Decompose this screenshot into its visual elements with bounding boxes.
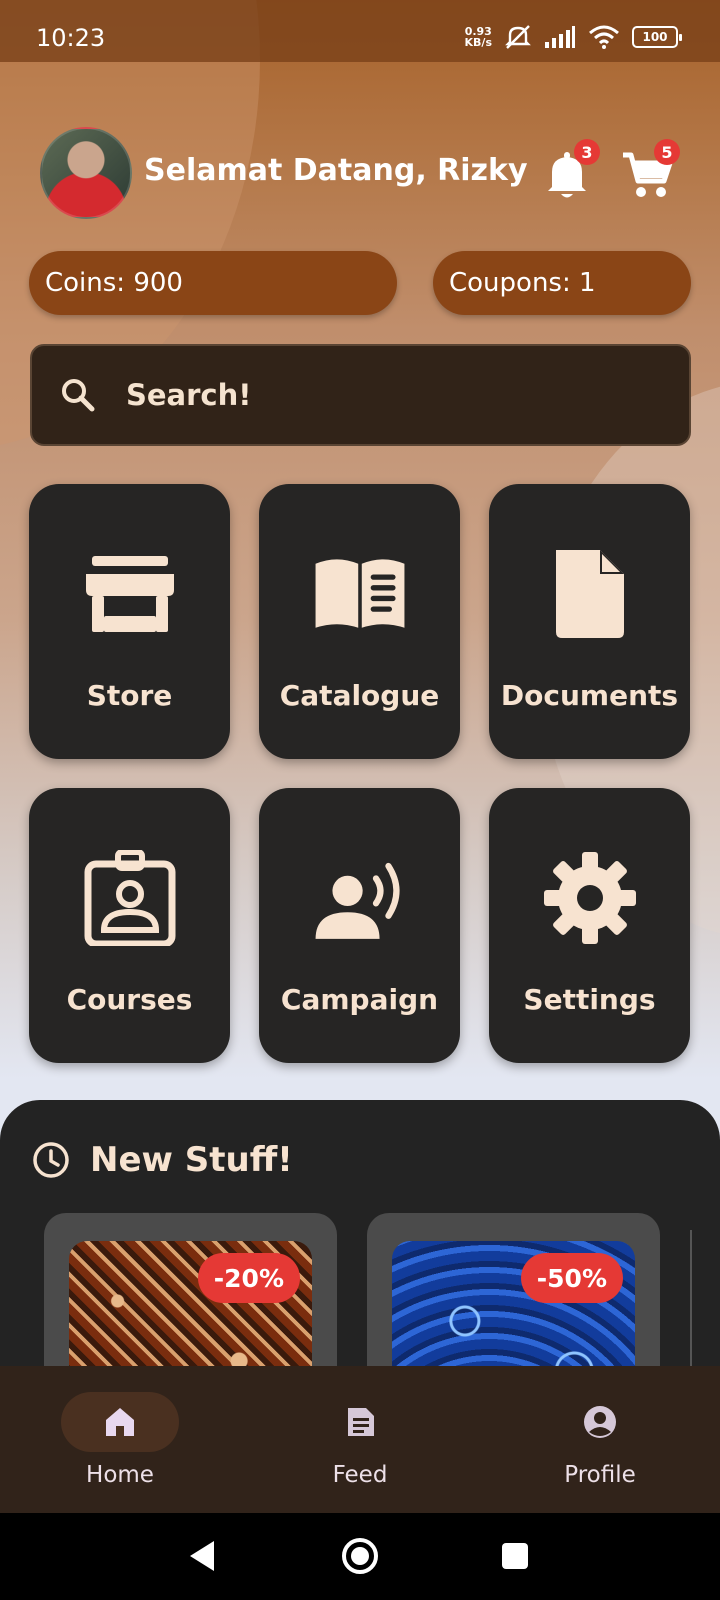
clock-icon: [33, 1142, 69, 1178]
nav-profile-label: Profile: [564, 1462, 636, 1488]
coupons-pill[interactable]: Coupons: 1: [433, 251, 691, 315]
courses-tile[interactable]: Courses: [29, 788, 230, 1063]
status-bar: 10:23 0.93 KB/s 100: [0, 0, 720, 62]
mute-icon: [505, 25, 531, 49]
status-time: 10:23: [36, 24, 106, 52]
search-bar[interactable]: Search!: [30, 344, 691, 446]
nav-home-label: Home: [86, 1462, 154, 1488]
courses-label: Courses: [66, 983, 193, 1016]
account-circle-icon: [584, 1406, 616, 1438]
settings-tile[interactable]: Settings: [489, 788, 690, 1063]
cart-badge: 5: [654, 139, 680, 165]
campaign-label: Campaign: [280, 983, 439, 1016]
new-stuff-title: New Stuff!: [90, 1140, 293, 1180]
gear-icon: [543, 852, 636, 944]
campaign-tile[interactable]: Campaign: [259, 788, 460, 1063]
badge-id-icon: [84, 850, 175, 946]
search-placeholder: Search!: [126, 378, 252, 412]
system-navigation-bar: [0, 1513, 720, 1600]
store-tile[interactable]: Store: [29, 484, 230, 759]
network-speed: 0.93 KB/s: [465, 26, 492, 48]
wifi-icon: [589, 25, 619, 49]
document-icon: [555, 550, 624, 638]
nav-feed-label: Feed: [332, 1462, 388, 1488]
header: Selamat Datang, Rizky 3 5: [40, 127, 680, 219]
coins-pill[interactable]: Coins: 900: [29, 251, 397, 315]
catalogue-label: Catalogue: [279, 679, 440, 712]
book-icon: [315, 559, 404, 628]
store-icon: [85, 556, 174, 632]
documents-tile[interactable]: Documents: [489, 484, 690, 759]
avatar[interactable]: [40, 127, 132, 219]
horizontal-scroll-edge: [690, 1230, 692, 1370]
bottom-navigation: Home Feed Profile: [0, 1366, 720, 1513]
store-label: Store: [86, 679, 173, 712]
discount-badge: -50%: [520, 1253, 623, 1303]
home-circle-icon[interactable]: [337, 1533, 383, 1579]
status-icons: 0.93 KB/s 100: [465, 24, 682, 50]
nav-profile[interactable]: Profile: [480, 1366, 720, 1513]
greeting-text: Selamat Datang, Rizky: [144, 153, 528, 188]
battery-indicator: 100: [632, 26, 682, 48]
catalogue-tile[interactable]: Catalogue: [259, 484, 460, 759]
home-icon: [106, 1408, 134, 1436]
nav-feed[interactable]: Feed: [240, 1366, 480, 1513]
search-icon: [62, 379, 95, 412]
network-speed-unit: KB/s: [464, 36, 492, 49]
notification-badge: 3: [574, 139, 600, 165]
back-icon[interactable]: [180, 1533, 226, 1579]
cart-button[interactable]: 5: [620, 139, 680, 201]
signal-icon: [545, 26, 575, 48]
nav-home[interactable]: Home: [0, 1366, 240, 1513]
new-stuff-header: New Stuff!: [32, 1140, 293, 1180]
discount-badge: -20%: [197, 1253, 300, 1303]
article-icon: [348, 1408, 374, 1436]
notifications-button[interactable]: 3: [540, 139, 600, 201]
settings-label: Settings: [523, 983, 656, 1016]
recents-icon[interactable]: [492, 1533, 538, 1579]
documents-label: Documents: [500, 679, 679, 712]
speaker-person-icon: [315, 862, 400, 939]
